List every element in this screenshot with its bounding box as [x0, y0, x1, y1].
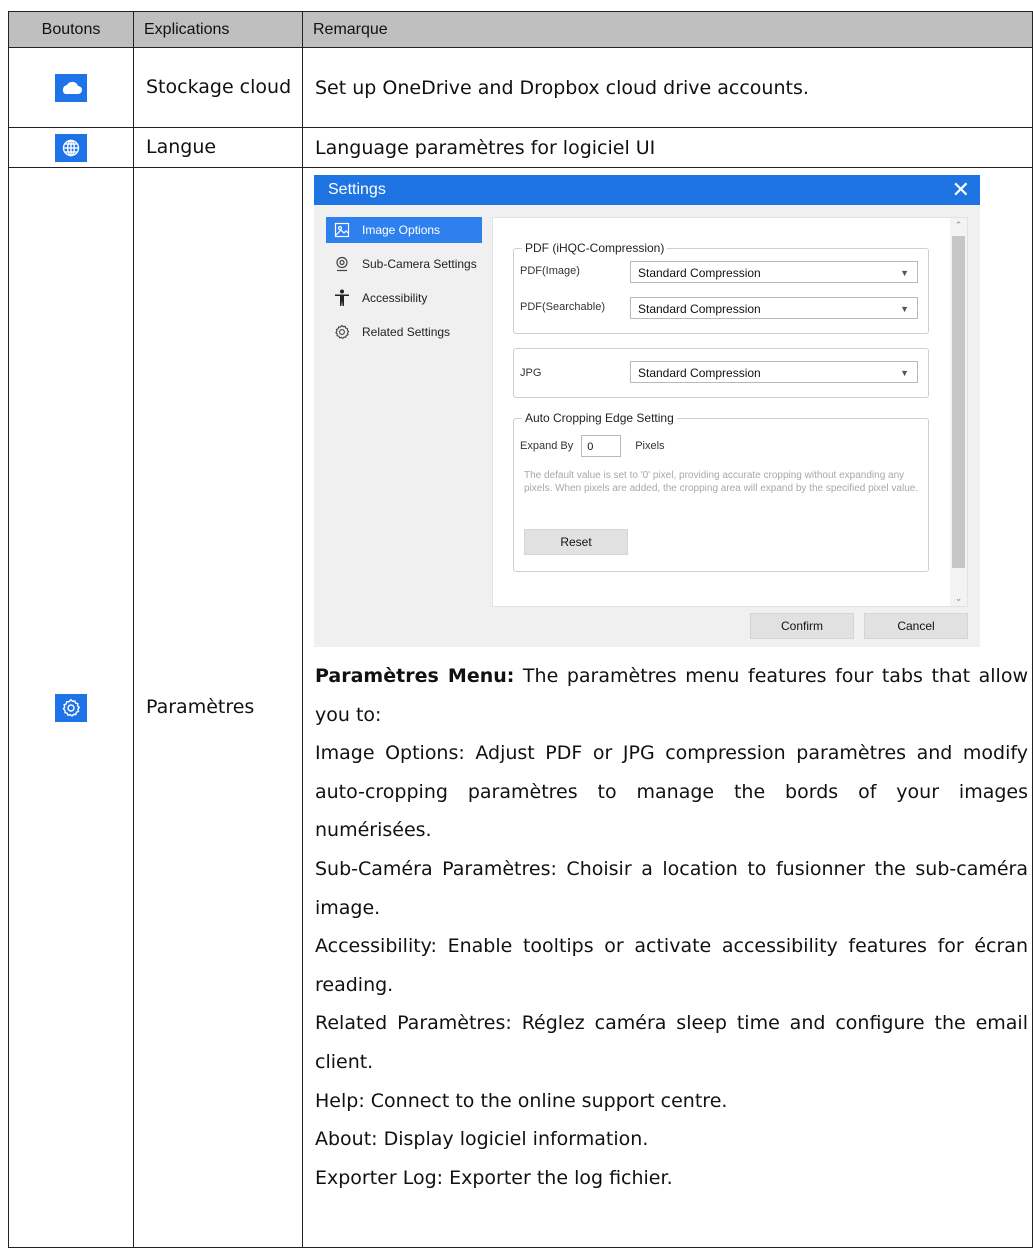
table-row: Stockage cloud Set up OneDrive and Dropb… [8, 47, 1033, 128]
tab-image-options[interactable]: Image Options [326, 217, 482, 243]
table-row: Langue Language paramètres for logiciel … [8, 127, 1033, 168]
gear-icon [332, 323, 352, 341]
settings-sidebar: Image Options Sub-Camera Settings Access… [326, 217, 486, 353]
settings-description: Paramètres Menu: The paramètres menu fea… [315, 647, 1028, 1197]
tab-label: Image Options [362, 223, 441, 237]
settings-title-bar: Settings ✕ [314, 175, 980, 205]
settings-screenshot-wrap: Settings ✕ Image Options Sub-Camera Sett… [314, 168, 1032, 647]
description-heading: Paramètres Menu: [315, 665, 515, 687]
jpg-label: JPG [520, 367, 542, 379]
pixels-unit-label: Pixels [635, 440, 665, 452]
select-value: Standard Compression [638, 302, 761, 316]
scrollbar[interactable]: ⌃ ⌄ [950, 218, 967, 606]
explication-cell: Paramètres [133, 167, 303, 1248]
settings-content-panel: PDF (iHQC-Compression) PDF(Image) Standa… [492, 217, 968, 607]
button-cell [8, 167, 134, 1248]
header-boutons: Boutons [8, 11, 134, 48]
scroll-down-icon[interactable]: ⌄ [950, 593, 967, 604]
confirm-button[interactable]: Confirm [750, 613, 854, 639]
dropdown-arrow-icon: ▼ [900, 304, 909, 314]
jpg-select[interactable]: Standard Compression ▼ [630, 361, 918, 383]
tab-label: Sub-Camera Settings [362, 257, 477, 271]
globe-icon[interactable] [55, 133, 87, 162]
jpg-group: JPG Standard Compression ▼ [513, 348, 929, 398]
remarque-cell: Set up OneDrive and Dropbox cloud drive … [302, 47, 1033, 128]
expand-pixels-input[interactable]: 0 [581, 435, 622, 457]
remarque-cell: Language paramètres for logiciel UI [302, 127, 1033, 168]
settings-dialog: Settings ✕ Image Options Sub-Camera Sett… [314, 175, 980, 647]
table-row: Paramètres Settings ✕ Image Options Sub-… [8, 167, 1033, 1248]
accessibility-icon [332, 289, 352, 307]
webcam-icon [332, 255, 352, 273]
button-cell [8, 127, 134, 168]
description-line: Accessibility: Enable tooltips or activa… [315, 935, 1028, 996]
pdf-searchable-label: PDF(Searchable) [520, 301, 605, 313]
description-line: Help: Connect to the online support cent… [315, 1089, 728, 1112]
button-cell [8, 47, 134, 128]
tab-label: Accessibility [362, 291, 428, 305]
dropdown-arrow-icon: ▼ [900, 368, 909, 378]
table-header-row: Boutons Explications Remarque [8, 11, 1033, 48]
pdf-searchable-select[interactable]: Standard Compression ▼ [630, 297, 918, 319]
explication-cell: Stockage cloud [133, 47, 303, 128]
description-line: Exporter Log: Exporter the log fichier. [315, 1166, 673, 1189]
scroll-up-icon[interactable]: ⌃ [950, 220, 967, 231]
tab-label: Related Settings [362, 325, 451, 339]
description-line: About: Display logiciel information. [315, 1128, 649, 1151]
pdf-image-label: PDF(Image) [520, 265, 580, 277]
pdf-group-legend: PDF (iHQC-Compression) [522, 241, 668, 255]
expand-row: Expand By 0 Pixels [520, 435, 665, 457]
tab-accessibility[interactable]: Accessibility [326, 285, 486, 311]
explication-cell: Langue [133, 127, 303, 168]
dropdown-arrow-icon: ▼ [900, 268, 909, 278]
gear-icon[interactable] [55, 693, 87, 722]
expand-label: Expand By [520, 440, 574, 452]
select-value: Standard Compression [638, 366, 761, 380]
cloud-icon[interactable] [55, 73, 87, 102]
settings-title: Settings [328, 181, 386, 198]
auto-cropping-group: Auto Cropping Edge Setting Expand By 0 P… [513, 411, 929, 572]
header-remarque: Remarque [302, 11, 1033, 48]
reset-button[interactable]: Reset [524, 529, 628, 555]
select-value: Standard Compression [638, 266, 761, 280]
description-line: Related Paramètres: Réglez caméra sleep … [315, 1012, 1028, 1073]
cancel-button[interactable]: Cancel [864, 613, 968, 639]
tab-sub-camera-settings[interactable]: Sub-Camera Settings [326, 251, 486, 277]
remarque-cell: Settings ✕ Image Options Sub-Camera Sett… [302, 167, 1033, 1248]
description-line: Image Options: Adjust PDF or JPG compres… [315, 742, 1028, 842]
image-icon [332, 221, 352, 239]
crop-help-text: The default value is set to '0' pixel, p… [524, 470, 919, 494]
tab-related-settings[interactable]: Related Settings [326, 319, 486, 345]
pdf-compression-group: PDF (iHQC-Compression) PDF(Image) Standa… [513, 241, 929, 334]
pdf-image-select[interactable]: Standard Compression ▼ [630, 261, 918, 283]
buttons-table: Boutons Explications Remarque Stockage c… [8, 11, 1033, 1248]
description-line: Sub-Caméra Paramètres: Choisir a locatio… [315, 857, 1028, 919]
scrollbar-thumb[interactable] [952, 236, 965, 568]
crop-group-legend: Auto Cropping Edge Setting [522, 411, 677, 425]
header-explications: Explications [133, 11, 303, 48]
description-intro: Paramètres Menu: The paramètres menu fea… [315, 657, 1028, 734]
close-icon[interactable]: ✕ [952, 175, 970, 205]
